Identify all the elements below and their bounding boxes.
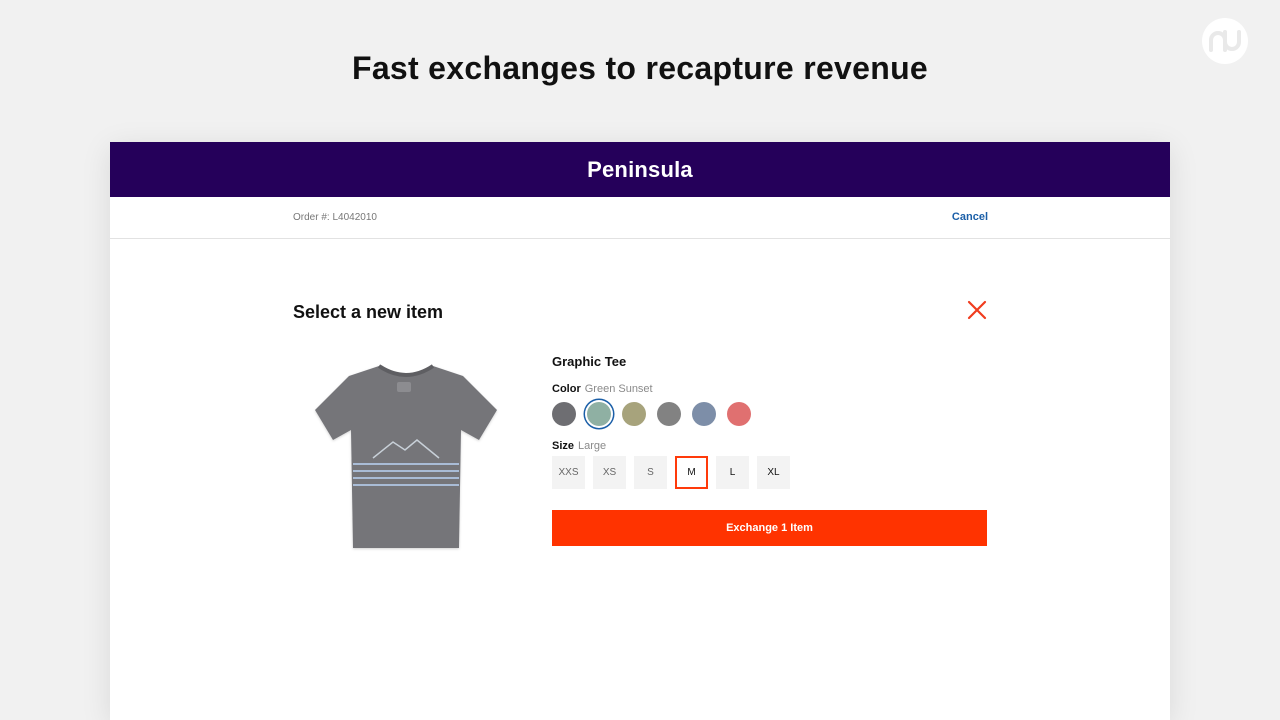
order-number: Order #: L4042010 <box>293 212 377 223</box>
color-option: Color Green Sunset <box>552 383 988 426</box>
size-button[interactable]: XS <box>593 456 626 489</box>
size-buttons: XXS XS S M L XL <box>552 456 988 489</box>
brand-logo-icon <box>1202 18 1248 64</box>
size-button[interactable]: XL <box>757 456 790 489</box>
store-header: Peninsula <box>110 142 1170 197</box>
color-label: Color <box>552 383 581 395</box>
size-button[interactable]: XXS <box>552 456 585 489</box>
product-details: Graphic Tee Color Green Sunset Size Large … <box>552 354 988 489</box>
color-swatches <box>552 402 988 426</box>
product-image <box>313 360 499 552</box>
product-name: Graphic Tee <box>552 354 627 369</box>
color-swatch[interactable] <box>657 402 681 426</box>
cancel-link[interactable]: Cancel <box>952 211 988 223</box>
order-bar: Order #: L4042010 Cancel <box>110 197 1170 239</box>
color-swatch[interactable] <box>552 402 576 426</box>
size-label: Size <box>552 440 575 452</box>
color-swatch[interactable] <box>692 402 716 426</box>
color-swatch[interactable] <box>622 402 646 426</box>
size-option: Size Large XXS XS S M L XL <box>552 440 988 489</box>
modal-title: Select a new item <box>293 302 444 322</box>
size-button[interactable]: S <box>634 456 667 489</box>
exchange-portal-window: Peninsula Order #: L4042010 Cancel Selec… <box>110 142 1170 720</box>
color-value: Green Sunset <box>584 383 653 395</box>
store-logo: Peninsula <box>587 156 693 182</box>
size-button[interactable]: L <box>716 456 749 489</box>
color-swatch[interactable] <box>587 402 611 426</box>
exchange-button[interactable]: Exchange 1 Item <box>552 510 987 546</box>
size-value: Large <box>578 440 607 452</box>
close-icon[interactable] <box>966 299 988 321</box>
size-button[interactable]: M <box>675 456 708 489</box>
page: Fast exchanges to recapture revenue Peni… <box>0 0 1280 720</box>
color-swatch[interactable] <box>727 402 751 426</box>
hero-title: Fast exchanges to recapture revenue <box>351 50 929 86</box>
